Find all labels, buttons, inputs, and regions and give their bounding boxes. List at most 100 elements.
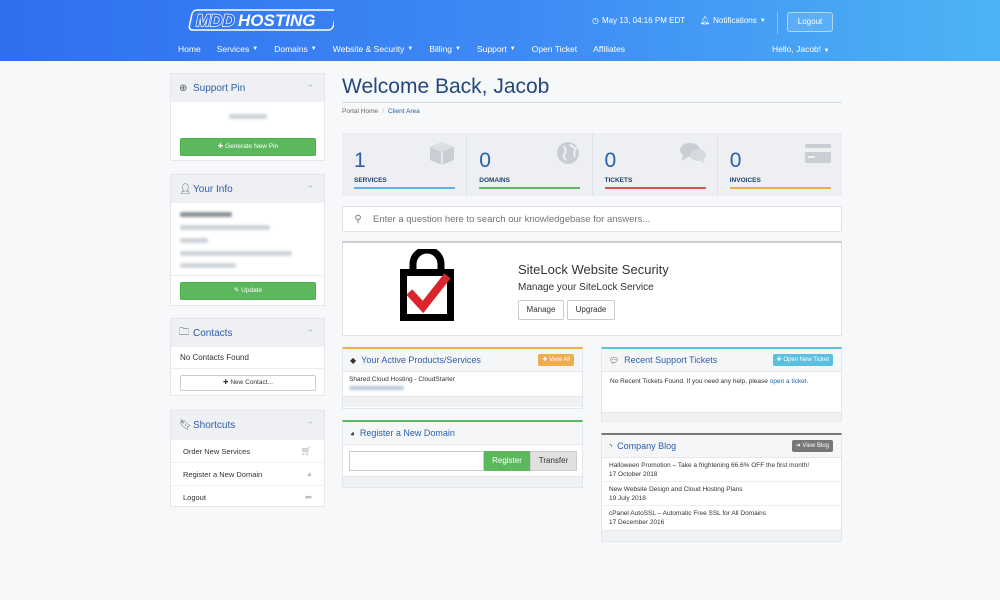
nav-label: Services — [216, 44, 250, 54]
button-label: View Blog — [802, 443, 829, 449]
blog-post-date: 17 October 2018 — [609, 471, 658, 478]
divider — [171, 275, 324, 276]
blog-post[interactable]: cPanel AutoSSL – Automatic Free SSL for … — [602, 506, 841, 529]
sitelock-manage-button[interactable]: Manage — [518, 300, 564, 320]
shortcut-label: Order New Services — [183, 446, 251, 456]
mdd-hosting-logo[interactable]: MDD HOSTING — [188, 9, 337, 33]
caret-down-icon: ▼ — [759, 17, 766, 24]
stat-value: 0 — [729, 149, 742, 172]
caret-down-icon: ▼ — [407, 46, 414, 52]
shortcuts-header[interactable]: 🔖︎ Shortcuts ⌃ — [171, 411, 324, 439]
notifications-label: Notifications — [713, 16, 757, 25]
svg-text:HOSTING: HOSTING — [238, 11, 315, 30]
notifications-menu[interactable]: 🔔︎ Notifications ▼ — [700, 16, 766, 25]
globe-icon — [556, 142, 579, 164]
button-label: Generate New Pin — [225, 143, 279, 150]
folder-icon: 🗀︎ — [179, 326, 189, 338]
nav-home[interactable]: Home — [178, 44, 201, 54]
domain-input[interactable] — [349, 451, 484, 471]
no-tickets-message: No Recent Tickets Found. If you need any… — [602, 372, 841, 412]
button-label: Update — [241, 287, 263, 294]
card-title: Your Active Products/Services — [361, 355, 481, 365]
view-blog-button[interactable]: ➜ View Blog — [791, 440, 833, 452]
blog-post-date: 17 December 2016 — [609, 519, 665, 526]
stat-invoices[interactable]: 0 INVOICES — [718, 133, 842, 196]
shortcut-label: Logout — [183, 492, 206, 502]
arrow-left-icon: ⬅ — [304, 492, 312, 502]
logout-button[interactable]: Logout — [787, 12, 833, 32]
nav-support[interactable]: Support ▼ — [477, 44, 516, 54]
breadcrumb-portal-home[interactable]: Portal Home — [342, 108, 378, 115]
stat-services[interactable]: 1 SERVICES — [342, 133, 468, 196]
globe-icon: ◕ — [306, 469, 312, 479]
caret-down-icon: ▼ — [455, 46, 461, 52]
plus-icon: ✚ — [217, 143, 226, 150]
stat-value: 0 — [479, 149, 491, 172]
punctuation: . — [806, 378, 809, 385]
search-icon: ⚲ — [354, 213, 362, 225]
info-name — [180, 212, 232, 217]
stat-domains[interactable]: 0 DOMAINS — [467, 133, 593, 196]
shortcut-order-services[interactable]: Order New Services 🛒︎ — [171, 439, 324, 462]
shortcuts-panel: 🔖︎ Shortcuts ⌃ Order New Services 🛒︎ Reg… — [170, 410, 325, 507]
account-menu[interactable]: Hello, Jacob! ▼ — [772, 44, 829, 54]
button-label: New Contact... — [230, 379, 273, 386]
nav-label: Domains — [274, 44, 308, 54]
sitelock-title: SiteLock Website Security — [518, 262, 669, 277]
panel-title: Shortcuts — [193, 419, 236, 431]
your-info-header[interactable]: 👤︎ Your Info ⌃ — [171, 175, 324, 203]
product-item[interactable]: Shared Cloud Hosting - CloudStarter — [343, 372, 582, 396]
globe-icon: ◕ — [350, 428, 355, 438]
card-title: Recent Support Tickets — [624, 355, 718, 365]
nav-label: Website & Security — [332, 44, 405, 54]
search-input[interactable] — [373, 213, 813, 225]
comments-icon — [679, 143, 706, 164]
cube-icon — [430, 142, 455, 165]
stat-underline — [479, 187, 581, 189]
user-icon: 👤︎ — [179, 183, 192, 195]
nav-open-ticket[interactable]: Open Ticket — [532, 44, 577, 54]
support-pin-header[interactable]: ⊕ Support Pin ⌃ — [171, 74, 324, 102]
nav-billing[interactable]: Billing ▼ — [429, 44, 461, 54]
generate-pin-button[interactable]: ✚ Generate New Pin — [180, 138, 316, 156]
card-footer — [602, 412, 841, 423]
sitelock-upgrade-button[interactable]: Upgrade — [567, 300, 615, 320]
divider — [171, 368, 324, 369]
view-all-button[interactable]: ✚ View All — [538, 354, 574, 366]
nav-label: Billing — [429, 44, 453, 54]
contacts-header[interactable]: 🗀︎ Contacts ⌃ — [171, 319, 324, 347]
nav-affiliates[interactable]: Affiliates — [593, 44, 625, 54]
nav-label: Affiliates — [593, 44, 626, 54]
blog-post[interactable]: New Website Design and Cloud Hosting Pla… — [602, 482, 841, 506]
register-button[interactable]: Register — [484, 451, 530, 471]
title-rule — [342, 102, 842, 103]
header-divider — [777, 12, 778, 34]
life-ring-icon: ⊕ — [179, 82, 188, 94]
update-info-button[interactable]: ✎ Update — [180, 282, 316, 300]
nav-website-security[interactable]: Website & Security ▼ — [333, 44, 414, 54]
caret-down-icon: ▼ — [509, 46, 516, 52]
blog-post-title: cPanel AutoSSL – Automatic Free SSL for … — [609, 510, 767, 517]
caret-down-icon: ▼ — [310, 46, 317, 52]
info-address-line — [180, 238, 208, 243]
support-tickets-panel: 💬︎ Recent Support Tickets ✚ Open New Tic… — [601, 347, 842, 423]
support-tickets-header: 💬︎ Recent Support Tickets ✚ Open New Tic… — [602, 349, 841, 372]
nav-services[interactable]: Services ▼ — [217, 44, 259, 54]
stat-tickets[interactable]: 0 TICKETS — [593, 133, 718, 196]
transfer-button[interactable]: Transfer — [530, 451, 577, 471]
stat-underline — [604, 187, 706, 189]
open-ticket-link[interactable]: open a ticket — [770, 378, 807, 385]
blog-post-date: 19 July 2018 — [609, 495, 646, 502]
breadcrumb-client-area: Client Area — [387, 108, 420, 115]
top-header: MDD HOSTING ◷ May 13, 04:16 PM EDT 🔔︎ No… — [0, 0, 1000, 61]
shortcut-logout[interactable]: Logout ⬅ — [171, 485, 324, 508]
shortcut-label: Register a New Domain — [183, 469, 263, 479]
support-pin-value — [229, 114, 267, 119]
chevron-up-icon: ⌃ — [306, 420, 314, 430]
shortcut-register-domain[interactable]: Register a New Domain ◕ — [171, 462, 324, 485]
new-contact-button[interactable]: ✚ New Contact... — [180, 375, 316, 391]
blog-post[interactable]: Halloween Promotion – Take a frightening… — [602, 458, 841, 482]
open-new-ticket-button[interactable]: ✚ Open New Ticket — [772, 354, 833, 366]
panel-title: Your Info — [193, 183, 233, 195]
nav-domains[interactable]: Domains ▼ — [274, 44, 317, 54]
